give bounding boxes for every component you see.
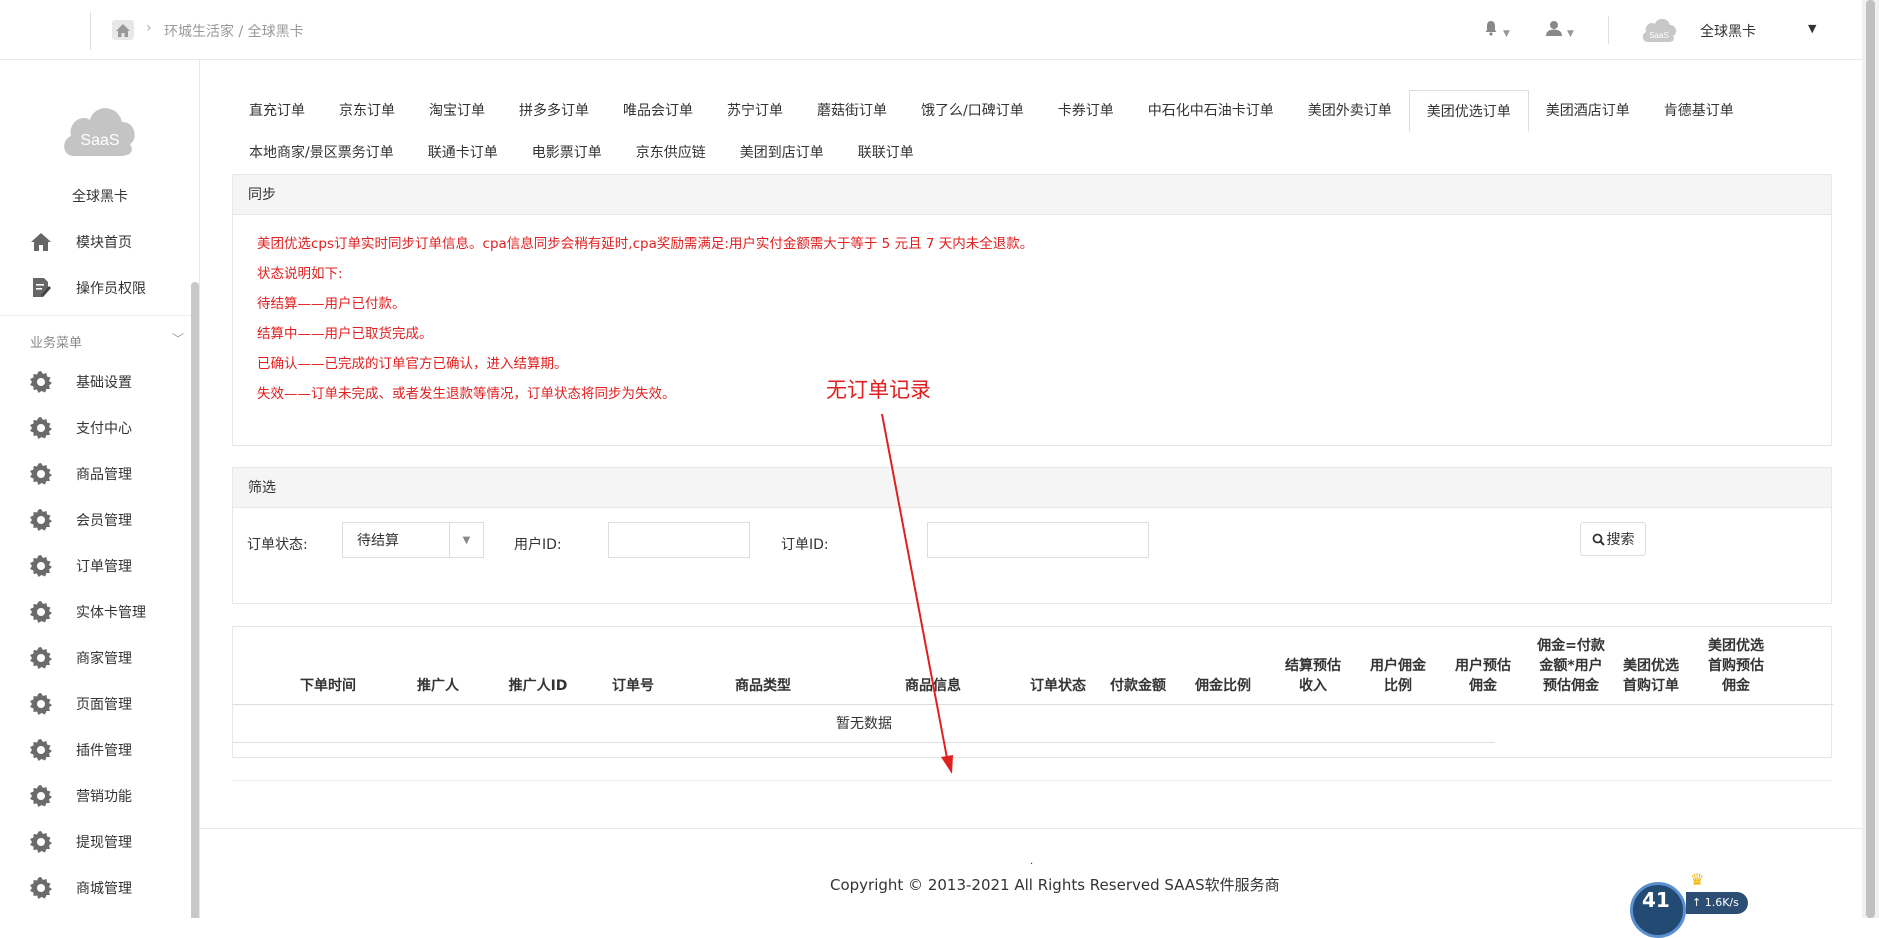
network-speed-pill: ↑ 1.6K/s [1686,892,1748,914]
page-scrollbar[interactable] [1862,0,1879,918]
scrollbar-thumb[interactable] [1866,0,1875,918]
network-speed: 1.6K/s [1704,896,1739,909]
arrow-up-icon: ↑ [1692,896,1702,909]
network-speed-widget[interactable]: 41 ↑ 1.6K/s ♛ [1630,870,1754,938]
annotation-arrow [881,413,953,774]
crown-icon: ♛ [1690,870,1705,889]
footer-dot: . [1030,856,1034,867]
divider [200,828,1862,829]
network-percent: 41 [1642,888,1670,912]
footer-copyright: Copyright © 2013-2021 All Rights Reserve… [830,876,1280,894]
